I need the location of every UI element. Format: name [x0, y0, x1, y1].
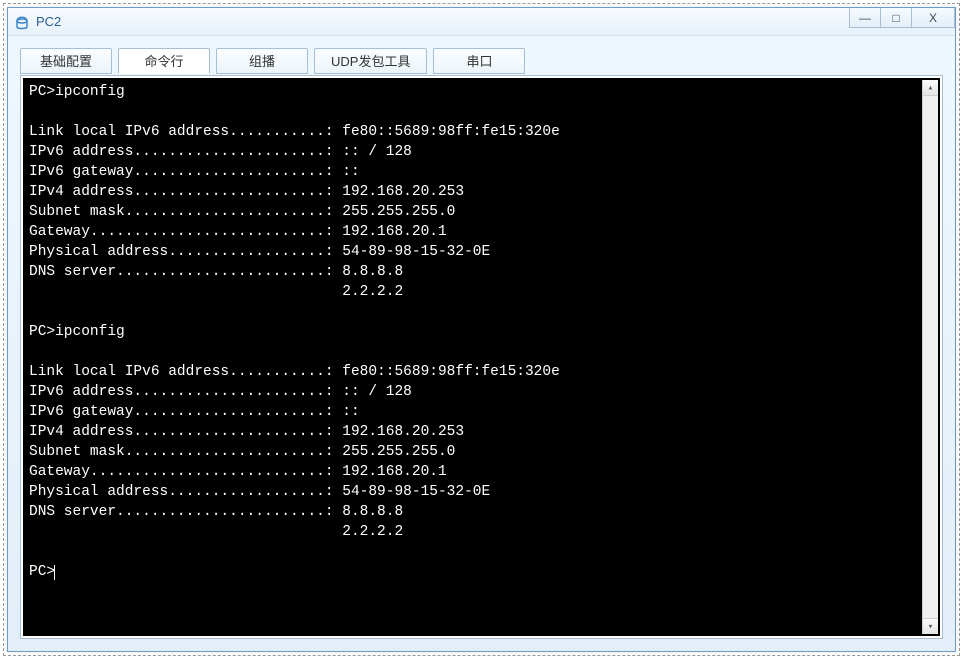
- window-controls: — □ X: [849, 8, 955, 28]
- tab-multicast[interactable]: 组播: [216, 48, 308, 74]
- terminal-cursor: [54, 565, 55, 580]
- titlebar[interactable]: PC2 — □ X: [8, 8, 955, 36]
- terminal-prompt: PC>: [29, 564, 55, 580]
- client-area: 基础配置 命令行 组播 UDP发包工具 串口 PC>ipconfig Link …: [8, 36, 955, 651]
- minimize-button[interactable]: —: [849, 8, 881, 28]
- window-title: PC2: [36, 14, 849, 29]
- maximize-button[interactable]: □: [880, 8, 912, 28]
- outer-bounds: PC2 — □ X 基础配置 命令行 组播 UDP发包工具 串口 PC: [3, 3, 960, 656]
- close-button[interactable]: X: [911, 8, 955, 28]
- tab-udp-tool[interactable]: UDP发包工具: [314, 48, 427, 74]
- tabstrip: 基础配置 命令行 组播 UDP发包工具 串口: [20, 48, 943, 76]
- scroll-down-icon[interactable]: ▾: [923, 618, 938, 634]
- terminal-container: PC>ipconfig Link local IPv6 address.....…: [20, 76, 943, 639]
- terminal[interactable]: PC>ipconfig Link local IPv6 address.....…: [23, 78, 940, 636]
- terminal-scrollbar[interactable]: ▴ ▾: [922, 80, 938, 634]
- terminal-output: PC>ipconfig Link local IPv6 address.....…: [29, 82, 922, 630]
- tab-serial[interactable]: 串口: [433, 48, 525, 74]
- main-panel: 基础配置 命令行 组播 UDP发包工具 串口 PC>ipconfig Link …: [20, 48, 943, 639]
- scroll-up-icon[interactable]: ▴: [923, 80, 938, 96]
- tab-command-line[interactable]: 命令行: [118, 48, 210, 74]
- app-window: PC2 — □ X 基础配置 命令行 组播 UDP发包工具 串口 PC: [7, 7, 956, 652]
- tab-basic-config[interactable]: 基础配置: [20, 48, 112, 74]
- app-icon: [14, 14, 30, 30]
